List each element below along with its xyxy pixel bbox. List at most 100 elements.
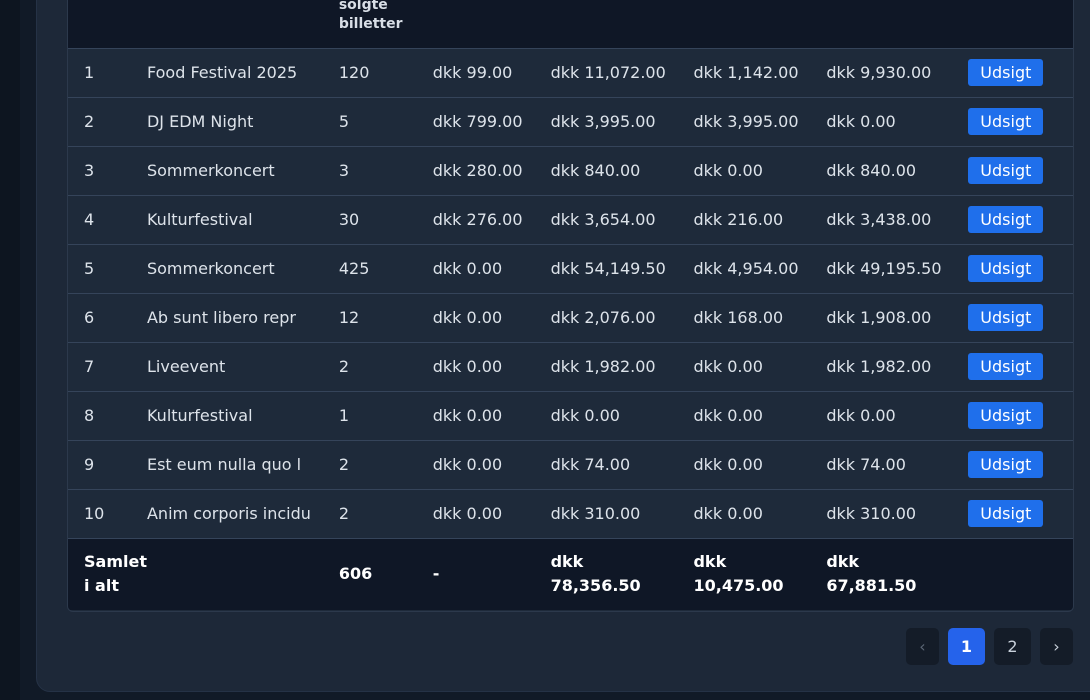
event-name: Kulturfestival [146,406,253,425]
row-number: 5 [84,259,95,278]
col-header-event: g [147,0,339,48]
tickets-sold: 425 [338,259,370,278]
table-row: 7 Liveevent 2 dkk 0.00 dkk 1,982.00 dkk 0.00 d… [68,342,1073,391]
ticket-price: dkk 99.00 [432,63,513,82]
pagination-page-1[interactable]: 1 [948,628,985,665]
gross-amount: dkk 1,982.00 [550,357,656,376]
gross-amount: dkk 840.00 [550,161,641,180]
col-header-net [826,0,968,48]
fee-amount: dkk 1,142.00 [693,63,799,82]
table-row: 3 Sommerkoncert 3 dkk 280.00 dkk 840.00 dkk 0… [68,146,1073,195]
gross-amount: dkk 310.00 [550,504,641,523]
ticket-price: dkk 0.00 [432,455,503,474]
gross-amount: dkk 3,654.00 [550,210,656,229]
fee-amount: dkk 0.00 [693,357,763,376]
table-row: 1 Food Festival 2025 120 dkk 99.00 dkk 11,07… [68,48,1073,97]
event-name: Sommerkoncert [146,161,275,180]
view-button[interactable]: Udsigt [968,255,1044,282]
net-amount: dkk 0.00 [826,112,896,131]
gross-amount: dkk 0.00 [550,406,620,425]
total-price: - [432,564,440,584]
gross-amount: dkk 54,149.50 [550,259,666,278]
tickets-sold: 2 [338,357,350,376]
tickets-sold: 120 [338,63,370,82]
total-fee: dkk 10,475.00 [693,552,784,596]
fee-amount: dkk 4,954.00 [693,259,799,278]
ticket-price: dkk 276.00 [432,210,523,229]
row-number: 4 [84,210,95,229]
event-name: Kulturfestival [146,210,253,229]
view-button[interactable]: Udsigt [968,206,1044,233]
event-name: Anim corporis incidu [146,504,311,523]
view-button[interactable]: Udsigt [968,59,1044,86]
view-button[interactable]: Udsigt [968,402,1044,429]
ticket-price: dkk 0.00 [432,357,503,376]
row-number: 3 [84,161,95,180]
view-button[interactable]: Udsigt [968,304,1044,331]
table-row: 10 Anim corporis incidu 2 dkk 0.00 dkk 310.0… [68,489,1073,538]
row-number: 8 [84,406,95,425]
ticket-price: dkk 280.00 [432,161,523,180]
table-row: 2 DJ EDM Night 5 dkk 799.00 dkk 3,995.00 dkk … [68,97,1073,146]
view-button[interactable]: Udsigt [968,500,1044,527]
fee-amount: dkk 168.00 [693,308,784,327]
fee-amount: dkk 0.00 [693,161,763,180]
net-amount: dkk 310.00 [826,504,917,523]
row-number: 2 [84,112,95,131]
view-button[interactable]: Udsigt [968,157,1044,184]
event-name: DJ EDM Night [146,112,254,131]
sales-table: g solgte billetter p g 1 Food Festival 20… [68,0,1073,610]
table-total-row: Samlet i alt 606 - dkk 78,356.50 dkk 10,47… [68,538,1073,610]
net-amount: dkk 9,930.00 [826,63,932,82]
net-amount: dkk 1,908.00 [826,308,932,327]
pagination-next-button[interactable]: › [1040,628,1073,665]
col-header-action: g [968,0,1073,48]
fee-amount: dkk 0.00 [693,455,763,474]
table-header-row: g solgte billetter p g [68,0,1073,48]
event-name: Liveevent [146,357,226,376]
tickets-sold: 1 [338,406,350,425]
row-number: 6 [84,308,95,327]
tickets-sold: 30 [338,210,360,229]
table-row: 4 Kulturfestival 30 dkk 276.00 dkk 3,654.00 d… [68,195,1073,244]
ticket-price: dkk 0.00 [432,406,503,425]
tickets-sold: 3 [338,161,350,180]
fee-amount: dkk 0.00 [693,504,763,523]
pagination-page-2[interactable]: 2 [994,628,1031,665]
view-button[interactable]: Udsigt [968,108,1044,135]
total-sold: 606 [338,564,373,584]
row-number: 9 [84,455,95,474]
view-button[interactable]: Udsigt [968,353,1044,380]
table-row: 6 Ab sunt libero repr 12 dkk 0.00 dkk 2,076.… [68,293,1073,342]
fee-amount: dkk 216.00 [693,210,784,229]
gross-amount: dkk 74.00 [550,455,631,474]
event-name: Food Festival 2025 [146,63,298,82]
col-header-fee [693,0,826,48]
row-number: 10 [84,504,105,523]
table-row: 5 Sommerkoncert 425 dkk 0.00 dkk 54,149.50 dk… [68,244,1073,293]
gross-amount: dkk 3,995.00 [550,112,656,131]
fee-amount: dkk 0.00 [693,406,763,425]
net-amount: dkk 0.00 [826,406,896,425]
ticket-price: dkk 799.00 [432,112,523,131]
total-gross: dkk 78,356.50 [550,552,641,596]
pagination-prev-button[interactable]: ‹ [906,628,939,665]
tickets-sold: 2 [338,504,350,523]
col-header-sold-tickets: solgte billetter [338,0,403,32]
tickets-sold: 2 [338,455,350,474]
net-amount: dkk 74.00 [826,455,906,474]
fee-amount: dkk 3,995.00 [693,112,799,131]
col-header-gross [551,0,694,48]
table-row: 9 Est eum nulla quo l 2 dkk 0.00 dkk 74.00 dk… [68,440,1073,489]
event-name: Sommerkoncert [146,259,275,278]
net-amount: dkk 49,195.50 [826,259,942,278]
event-name: Est eum nulla quo l [146,455,302,474]
events-sales-table: g solgte billetter p g 1 Food Festival 20… [67,0,1074,612]
tickets-sold: 12 [338,308,360,327]
view-button[interactable]: Udsigt [968,451,1044,478]
net-amount: dkk 3,438.00 [826,210,932,229]
col-header-price: p [433,0,551,48]
row-number: 1 [84,63,95,82]
table-row: 8 Kulturfestival 1 dkk 0.00 dkk 0.00 dkk 0.00… [68,391,1073,440]
sidebar-edge [0,0,20,700]
